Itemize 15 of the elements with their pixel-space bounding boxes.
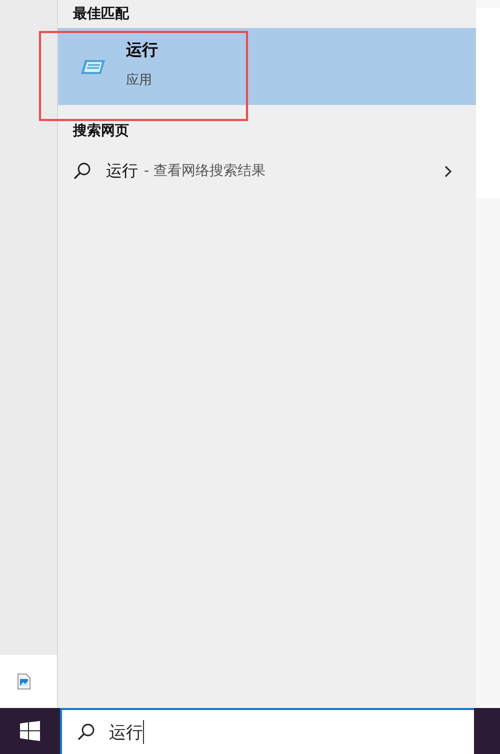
windows-logo-icon[interactable] bbox=[20, 721, 40, 741]
chevron-right-icon bbox=[444, 164, 452, 178]
section-heading: 最佳匹配 bbox=[72, 5, 130, 24]
section-heading: 搜索网页 bbox=[72, 122, 130, 141]
app-title: 运行 bbox=[126, 40, 158, 61]
best-match-item[interactable]: 运行 应用 bbox=[58, 28, 476, 105]
search-icon bbox=[77, 723, 95, 741]
search-field[interactable]: 运行 bbox=[60, 708, 474, 754]
search-hint: - 查看网络搜索结果 bbox=[144, 162, 267, 180]
image-file-icon bbox=[16, 673, 30, 690]
app-type: 应用 bbox=[126, 72, 153, 89]
run-app-icon bbox=[80, 58, 106, 76]
search-query: 运行 bbox=[106, 160, 138, 182]
search-icon bbox=[73, 162, 91, 180]
web-search-item[interactable]: 运行 - 查看网络搜索结果 bbox=[58, 149, 476, 193]
